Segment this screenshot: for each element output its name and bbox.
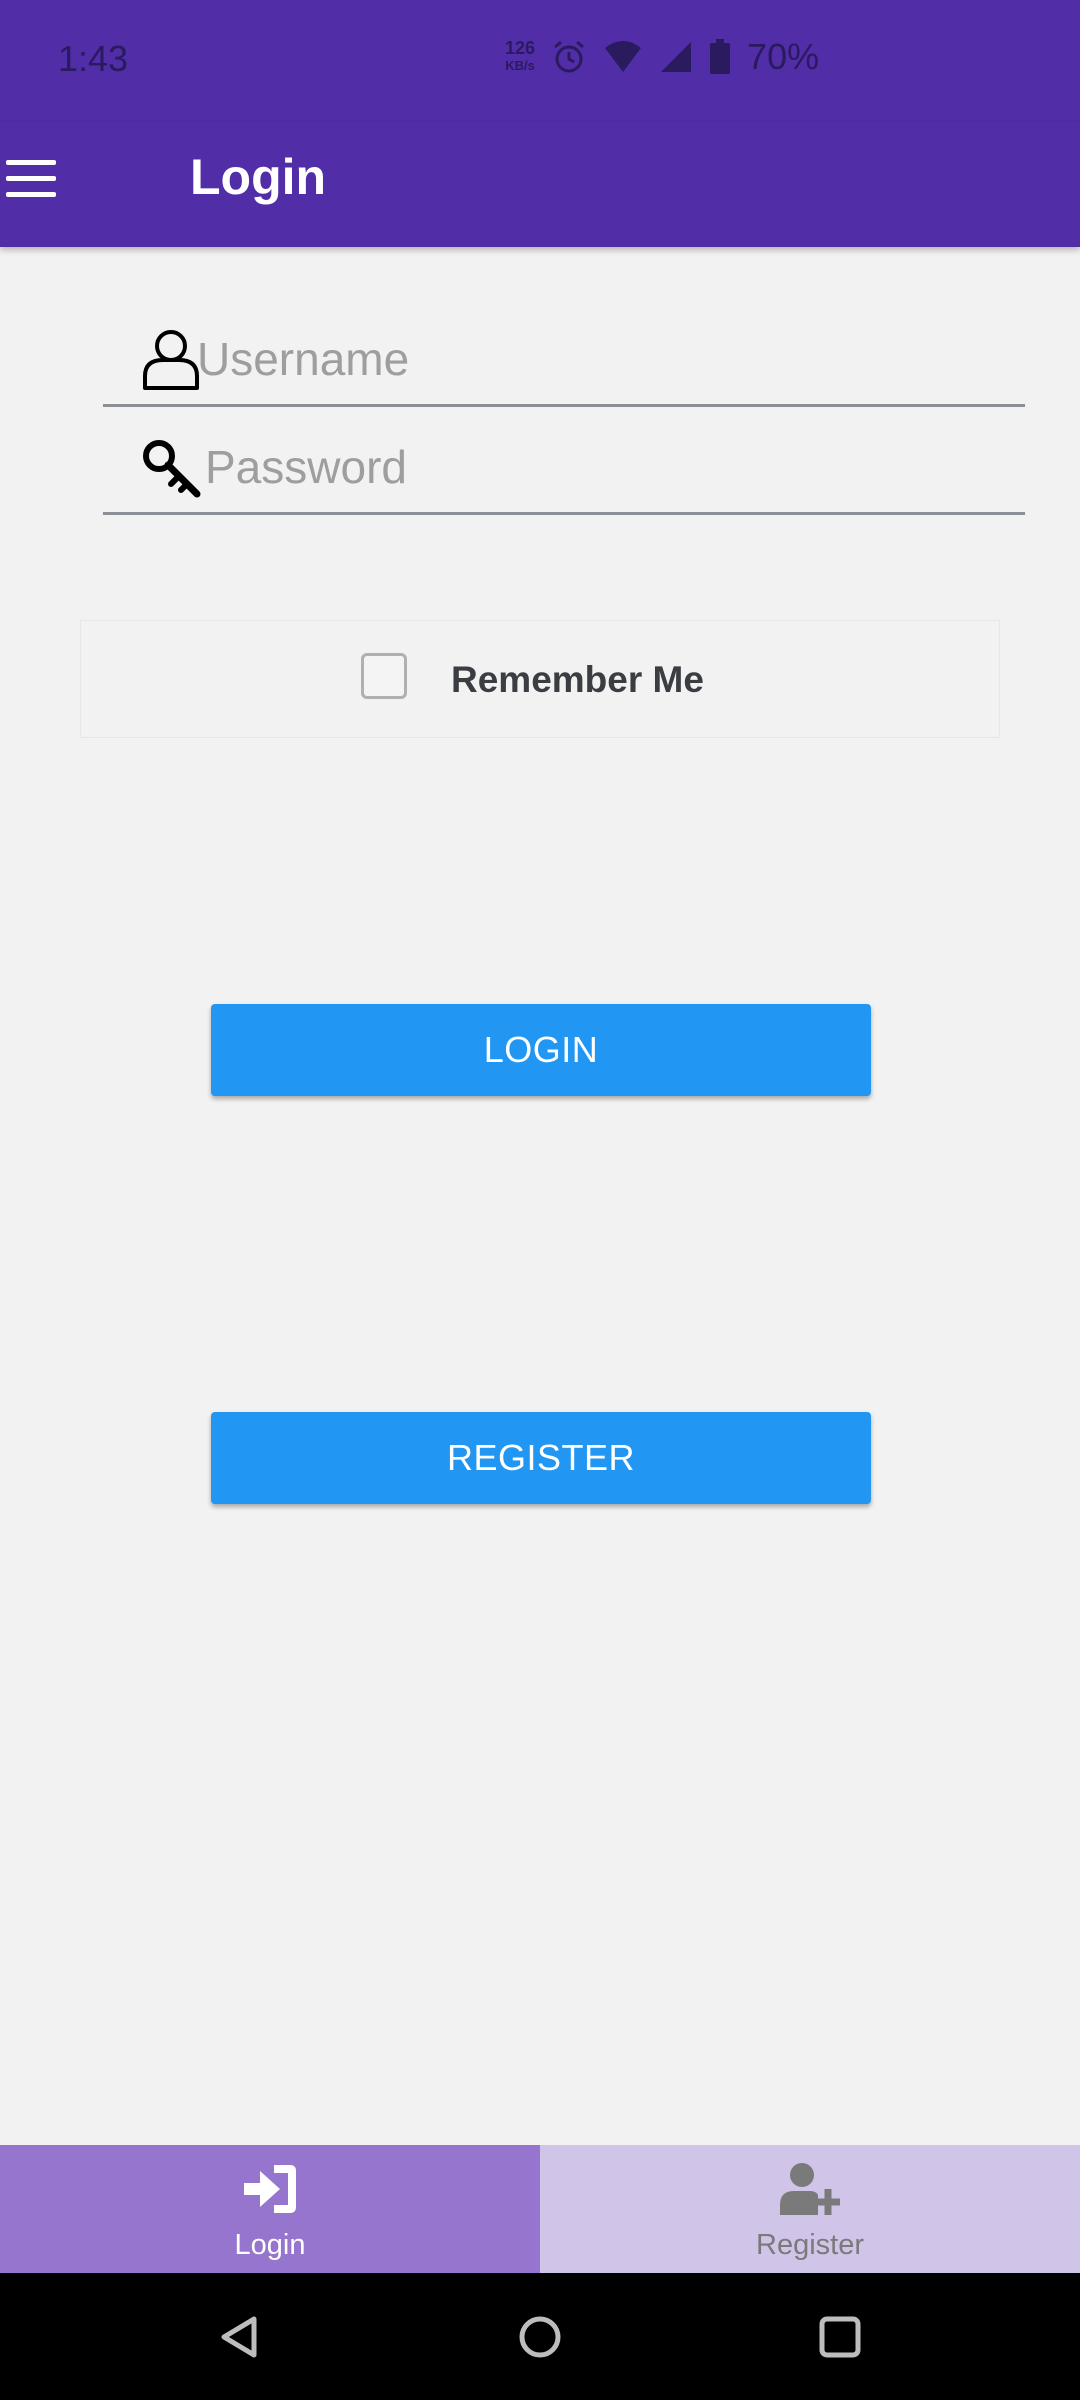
home-icon[interactable] [516,2313,564,2361]
network-speed: 126 KB/s [505,38,536,74]
register-button[interactable]: REGISTER [211,1412,871,1504]
remember-me-checkbox[interactable] [361,653,407,699]
battery-percent: 70% [747,36,820,77]
page-title: Login [190,149,327,205]
remember-me-row[interactable]: Remember Me [80,620,1000,738]
tab-register-label: Register [756,2229,864,2261]
password-field[interactable] [103,420,1025,515]
user-plus-icon [780,2163,840,2215]
alarm-icon [554,40,585,73]
tab-login-label: Login [234,2229,306,2261]
network-speed-unit: KB/s [505,58,535,73]
signal-icon [661,42,692,72]
tab-register[interactable]: Register [540,2145,1080,2273]
network-speed-value: 126 [505,38,536,58]
recents-icon[interactable] [816,2313,864,2361]
username-field[interactable] [103,312,1025,407]
username-input[interactable] [195,326,999,392]
battery-icon [710,39,731,74]
status-time: 1:43 [58,38,129,79]
tab-login[interactable]: Login [0,2145,540,2273]
wifi-icon [605,41,642,72]
hamburger-menu-icon[interactable] [6,160,56,210]
status-icons: 126 KB/s 70% [505,36,819,78]
user-icon [143,330,199,390]
login-button[interactable]: LOGIN [211,1004,871,1096]
key-icon [143,440,201,498]
remember-me-label[interactable]: Remember Me [451,659,704,701]
bottom-navigation: Login Register [0,2145,1080,2273]
sign-in-icon [244,2165,296,2213]
back-icon[interactable] [216,2313,264,2361]
password-input[interactable] [203,434,1007,500]
status-bar: 1:43 126 KB/s 70% [0,0,1080,122]
system-navigation-bar [0,2273,1080,2400]
app-bar: Login [0,122,1080,247]
